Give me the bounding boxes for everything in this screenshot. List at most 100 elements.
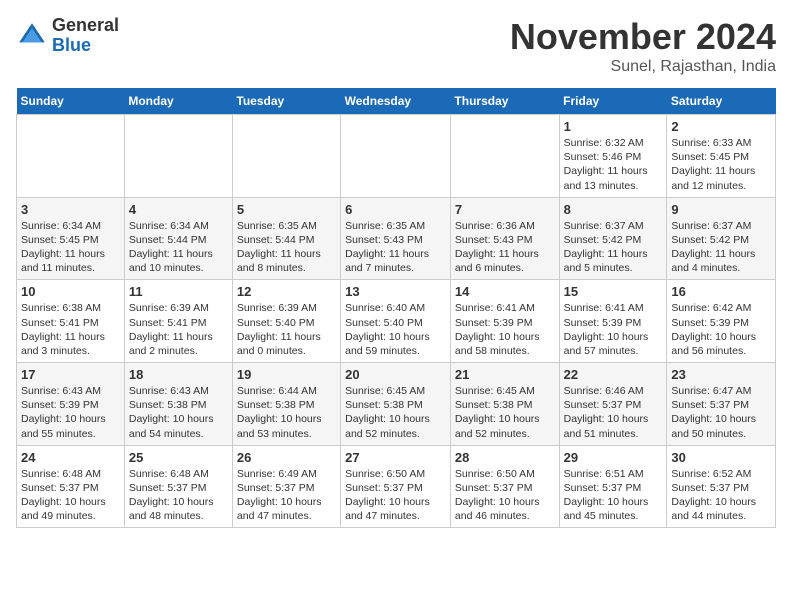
day-info: Sunrise: 6:33 AM Sunset: 5:45 PM Dayligh… xyxy=(671,136,771,193)
calendar-cell: 2 Sunrise: 6:33 AM Sunset: 5:45 PM Daylig… xyxy=(667,115,776,198)
day-number: 9 xyxy=(671,202,771,217)
calendar-week-row: 10 Sunrise: 6:38 AM Sunset: 5:41 PM Dayli… xyxy=(17,280,776,363)
calendar-table: SundayMondayTuesdayWednesdayThursdayFrid… xyxy=(16,88,776,528)
day-number: 20 xyxy=(345,367,446,382)
calendar-cell: 11 Sunrise: 6:39 AM Sunset: 5:41 PM Dayli… xyxy=(124,280,232,363)
day-info: Sunrise: 6:42 AM Sunset: 5:39 PM Dayligh… xyxy=(671,301,771,358)
calendar-week-row: 17Sunrise: 6:43 AM Sunset: 5:39 PM Dayli… xyxy=(17,363,776,446)
day-info: Sunrise: 6:37 AM Sunset: 5:42 PM Dayligh… xyxy=(564,219,663,276)
day-number: 14 xyxy=(455,284,555,299)
calendar-cell xyxy=(450,115,559,198)
title-block: November 2024 Sunel, Rajasthan, India xyxy=(510,16,776,76)
calendar-cell xyxy=(232,115,340,198)
day-number: 5 xyxy=(237,202,336,217)
month-title: November 2024 xyxy=(510,16,776,58)
weekday-header: Saturday xyxy=(667,88,776,115)
day-info: Sunrise: 6:39 AM Sunset: 5:40 PM Dayligh… xyxy=(237,301,336,358)
calendar-week-row: 1 Sunrise: 6:32 AM Sunset: 5:46 PM Daylig… xyxy=(17,115,776,198)
day-number: 18 xyxy=(129,367,228,382)
day-info: Sunrise: 6:37 AM Sunset: 5:42 PM Dayligh… xyxy=(671,219,771,276)
day-number: 23 xyxy=(671,367,771,382)
day-info: Sunrise: 6:38 AM Sunset: 5:41 PM Dayligh… xyxy=(21,301,120,358)
page-header: General Blue November 2024 Sunel, Rajast… xyxy=(16,16,776,76)
day-info: Sunrise: 6:45 AM Sunset: 5:38 PM Dayligh… xyxy=(345,384,446,441)
day-info: Sunrise: 6:34 AM Sunset: 5:44 PM Dayligh… xyxy=(129,219,228,276)
day-number: 15 xyxy=(564,284,663,299)
calendar-cell: 1 Sunrise: 6:32 AM Sunset: 5:46 PM Daylig… xyxy=(559,115,667,198)
calendar-cell: 8Sunrise: 6:37 AM Sunset: 5:42 PM Daylig… xyxy=(559,197,667,280)
weekday-header-row: SundayMondayTuesdayWednesdayThursdayFrid… xyxy=(17,88,776,115)
day-number: 12 xyxy=(237,284,336,299)
calendar-cell: 30 Sunrise: 6:52 AM Sunset: 5:37 PM Dayli… xyxy=(667,445,776,528)
day-number: 28 xyxy=(455,450,555,465)
day-info: Sunrise: 6:44 AM Sunset: 5:38 PM Dayligh… xyxy=(237,384,336,441)
day-number: 19 xyxy=(237,367,336,382)
calendar-cell: 13 Sunrise: 6:40 AM Sunset: 5:40 PM Dayli… xyxy=(341,280,451,363)
day-number: 25 xyxy=(129,450,228,465)
calendar-cell: 9 Sunrise: 6:37 AM Sunset: 5:42 PM Daylig… xyxy=(667,197,776,280)
calendar-cell: 26 Sunrise: 6:49 AM Sunset: 5:37 PM Dayli… xyxy=(232,445,340,528)
day-number: 1 xyxy=(564,119,663,134)
calendar-cell xyxy=(124,115,232,198)
day-number: 10 xyxy=(21,284,120,299)
calendar-cell: 7 Sunrise: 6:36 AM Sunset: 5:43 PM Daylig… xyxy=(450,197,559,280)
calendar-week-row: 3Sunrise: 6:34 AM Sunset: 5:45 PM Daylig… xyxy=(17,197,776,280)
day-number: 27 xyxy=(345,450,446,465)
calendar-cell: 5 Sunrise: 6:35 AM Sunset: 5:44 PM Daylig… xyxy=(232,197,340,280)
weekday-header: Wednesday xyxy=(341,88,451,115)
calendar-cell xyxy=(17,115,125,198)
calendar-cell: 27 Sunrise: 6:50 AM Sunset: 5:37 PM Dayli… xyxy=(341,445,451,528)
day-number: 29 xyxy=(564,450,663,465)
calendar-cell: 28Sunrise: 6:50 AM Sunset: 5:37 PM Dayli… xyxy=(450,445,559,528)
calendar-cell: 20 Sunrise: 6:45 AM Sunset: 5:38 PM Dayli… xyxy=(341,363,451,446)
day-number: 21 xyxy=(455,367,555,382)
day-info: Sunrise: 6:51 AM Sunset: 5:37 PM Dayligh… xyxy=(564,467,663,524)
logo-icon xyxy=(16,20,48,52)
day-info: Sunrise: 6:32 AM Sunset: 5:46 PM Dayligh… xyxy=(564,136,663,193)
day-info: Sunrise: 6:35 AM Sunset: 5:43 PM Dayligh… xyxy=(345,219,446,276)
day-number: 24 xyxy=(21,450,120,465)
day-info: Sunrise: 6:40 AM Sunset: 5:40 PM Dayligh… xyxy=(345,301,446,358)
day-number: 30 xyxy=(671,450,771,465)
calendar-cell: 24 Sunrise: 6:48 AM Sunset: 5:37 PM Dayli… xyxy=(17,445,125,528)
day-number: 16 xyxy=(671,284,771,299)
logo-blue: Blue xyxy=(52,36,119,56)
day-number: 22 xyxy=(564,367,663,382)
calendar-cell: 12 Sunrise: 6:39 AM Sunset: 5:40 PM Dayli… xyxy=(232,280,340,363)
weekday-header: Tuesday xyxy=(232,88,340,115)
calendar-cell: 3Sunrise: 6:34 AM Sunset: 5:45 PM Daylig… xyxy=(17,197,125,280)
day-info: Sunrise: 6:46 AM Sunset: 5:37 PM Dayligh… xyxy=(564,384,663,441)
calendar-cell: 29 Sunrise: 6:51 AM Sunset: 5:37 PM Dayli… xyxy=(559,445,667,528)
day-info: Sunrise: 6:50 AM Sunset: 5:37 PM Dayligh… xyxy=(345,467,446,524)
calendar-cell: 17Sunrise: 6:43 AM Sunset: 5:39 PM Dayli… xyxy=(17,363,125,446)
day-number: 7 xyxy=(455,202,555,217)
day-info: Sunrise: 6:43 AM Sunset: 5:38 PM Dayligh… xyxy=(129,384,228,441)
calendar-cell xyxy=(341,115,451,198)
calendar-cell: 18 Sunrise: 6:43 AM Sunset: 5:38 PM Dayli… xyxy=(124,363,232,446)
day-info: Sunrise: 6:36 AM Sunset: 5:43 PM Dayligh… xyxy=(455,219,555,276)
day-info: Sunrise: 6:47 AM Sunset: 5:37 PM Dayligh… xyxy=(671,384,771,441)
day-number: 6 xyxy=(345,202,446,217)
day-number: 3 xyxy=(21,202,120,217)
day-info: Sunrise: 6:49 AM Sunset: 5:37 PM Dayligh… xyxy=(237,467,336,524)
calendar-cell: 22 Sunrise: 6:46 AM Sunset: 5:37 PM Dayli… xyxy=(559,363,667,446)
day-info: Sunrise: 6:43 AM Sunset: 5:39 PM Dayligh… xyxy=(21,384,120,441)
day-info: Sunrise: 6:39 AM Sunset: 5:41 PM Dayligh… xyxy=(129,301,228,358)
calendar-cell: 23 Sunrise: 6:47 AM Sunset: 5:37 PM Dayli… xyxy=(667,363,776,446)
day-number: 11 xyxy=(129,284,228,299)
calendar-cell: 21Sunrise: 6:45 AM Sunset: 5:38 PM Dayli… xyxy=(450,363,559,446)
day-info: Sunrise: 6:52 AM Sunset: 5:37 PM Dayligh… xyxy=(671,467,771,524)
logo-general: General xyxy=(52,16,119,36)
day-info: Sunrise: 6:48 AM Sunset: 5:37 PM Dayligh… xyxy=(21,467,120,524)
day-number: 2 xyxy=(671,119,771,134)
calendar-week-row: 24 Sunrise: 6:48 AM Sunset: 5:37 PM Dayli… xyxy=(17,445,776,528)
weekday-header: Monday xyxy=(124,88,232,115)
location: Sunel, Rajasthan, India xyxy=(510,58,776,76)
day-number: 13 xyxy=(345,284,446,299)
day-info: Sunrise: 6:48 AM Sunset: 5:37 PM Dayligh… xyxy=(129,467,228,524)
calendar-cell: 6 Sunrise: 6:35 AM Sunset: 5:43 PM Daylig… xyxy=(341,197,451,280)
day-number: 4 xyxy=(129,202,228,217)
day-info: Sunrise: 6:35 AM Sunset: 5:44 PM Dayligh… xyxy=(237,219,336,276)
calendar-cell: 25 Sunrise: 6:48 AM Sunset: 5:37 PM Dayli… xyxy=(124,445,232,528)
day-number: 26 xyxy=(237,450,336,465)
